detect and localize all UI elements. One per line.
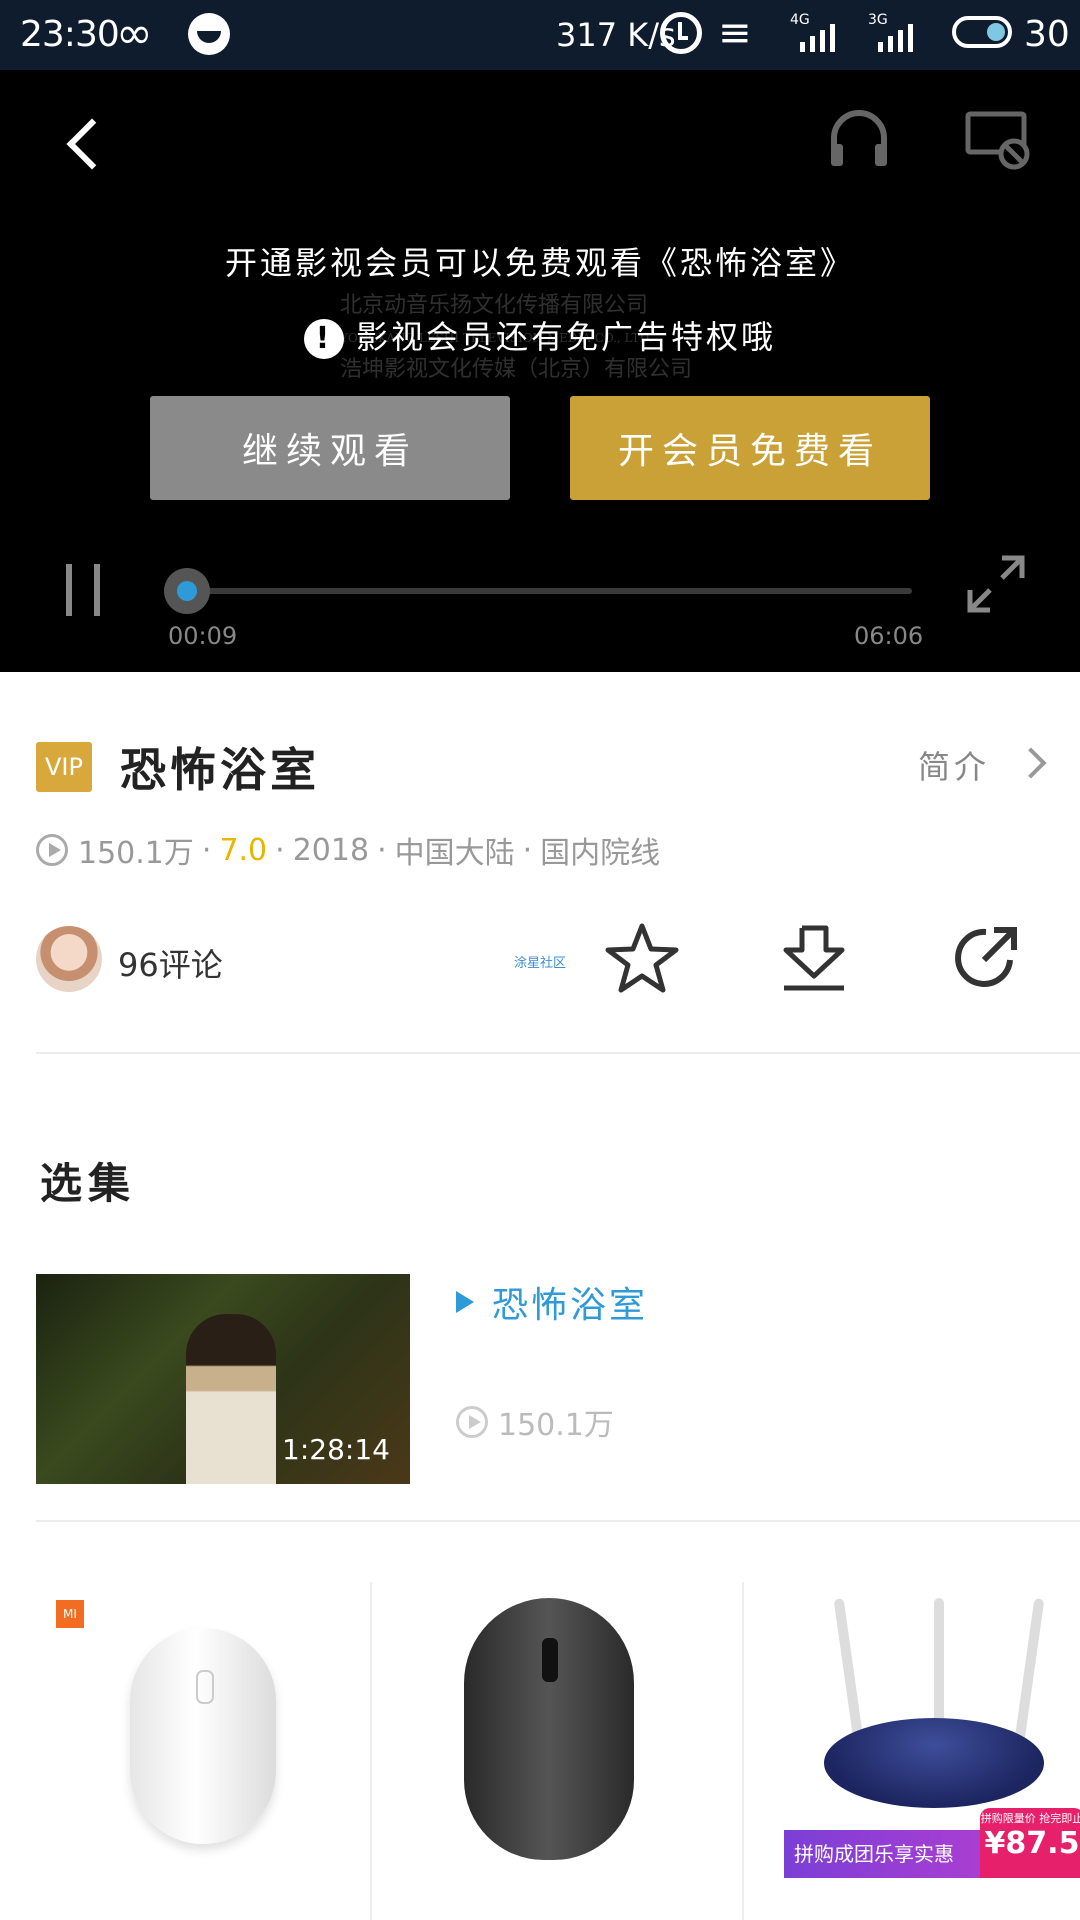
product-card-mi-mouse[interactable]: MI — [0, 1582, 372, 1920]
ad-free-prompt-text: 影视会员还有免广告特权哦 — [355, 318, 776, 356]
meta-separator: · — [275, 832, 285, 868]
product-card-router[interactable]: 拼购成团乐享实惠 拼购限量价 抢完即止 ¥87.5 — [744, 1582, 1080, 1920]
video-player[interactable]: 北京动音乐扬文化传播有限公司 YONGKANG LESHI TELEVISION… — [0, 70, 1080, 672]
white-mouse-image — [130, 1628, 276, 1844]
divider — [36, 1052, 1080, 1054]
share-icon[interactable] — [948, 920, 1024, 996]
progress-track[interactable] — [168, 588, 912, 594]
infinity-icon: ∞ — [116, 8, 153, 59]
ad-free-prompt: ! 影视会员还有免广告特权哦 — [0, 312, 1080, 359]
episode-title[interactable]: 恐怖浴室 — [456, 1276, 648, 1328]
fullscreen-icon[interactable] — [966, 554, 1026, 614]
meta-separator: · — [201, 832, 212, 868]
promo-price: ¥87.5 — [984, 1826, 1080, 1861]
category: 国内院线 — [540, 836, 661, 871]
episode-duration: 1:28:14 — [282, 1433, 390, 1466]
promo-price-note: 拼购限量价 抢完即止 — [980, 1812, 1080, 1825]
download-notification-icon: ≡ — [718, 10, 752, 56]
alarm-clock-icon — [660, 12, 702, 54]
promo-price-tag: 拼购限量价 抢完即止 ¥87.5 — [980, 1808, 1080, 1878]
play-count-icon — [36, 834, 68, 866]
progress-handle[interactable] — [163, 568, 210, 614]
episode-view-count: 150.1万 — [498, 1408, 614, 1443]
network-speed: 317 K/s — [556, 16, 676, 54]
screen-cast-icon[interactable] — [964, 106, 1030, 172]
rating-score: 7.0 — [219, 832, 268, 868]
product-card-logitech-mouse[interactable] — [372, 1582, 744, 1920]
movie-meta: 150.1万 · 7.0 · 2018 · 中国大陆 · 国内院线 — [36, 828, 660, 872]
signal-bars-icon — [878, 22, 913, 52]
total-time: 06:06 — [854, 622, 924, 650]
comments-link[interactable]: 96评论 — [118, 940, 223, 986]
community-link[interactable]: 涂星社区 — [514, 952, 566, 971]
episode-title-text: 恐怖浴室 — [492, 1285, 649, 1326]
black-mouse-image — [464, 1598, 634, 1860]
episode-thumbnail[interactable]: 1:28:14 — [36, 1274, 410, 1484]
status-time: 23:30 — [20, 14, 120, 55]
favorite-star-icon[interactable] — [604, 920, 680, 996]
divider — [36, 1520, 1080, 1522]
meta-separator: · — [522, 832, 533, 868]
current-time: 00:09 — [168, 622, 238, 650]
toggle-icon — [952, 16, 1012, 48]
status-bar: 23:30 ∞ 317 K/s ≡ 4G 3G 30 — [0, 0, 1080, 70]
download-icon[interactable] — [776, 920, 852, 996]
exclamation-icon: ! — [303, 319, 344, 359]
intro-link[interactable]: 简介 — [918, 742, 990, 788]
app-notification-icon — [188, 13, 230, 55]
view-count: 150.1万 — [78, 836, 194, 871]
thumbnail-figure — [186, 1314, 276, 1484]
vip-badge: VIP — [36, 742, 92, 792]
meta-separator: · — [377, 832, 387, 868]
headphones-icon[interactable] — [826, 106, 892, 172]
episodes-section-title: 选集 — [40, 1159, 137, 1208]
open-vip-button[interactable]: 开会员免费看 — [570, 396, 930, 500]
chevron-right-icon[interactable] — [1015, 747, 1047, 779]
playing-indicator-icon — [456, 1291, 474, 1313]
region: 中国大陆 — [394, 836, 515, 871]
mi-brand-logo: MI — [56, 1600, 84, 1628]
movie-title: 恐怖浴室 — [120, 743, 320, 797]
vip-prompt-text: 开通影视会员可以免费观看《恐怖浴室》 — [224, 244, 855, 282]
continue-watching-button[interactable]: 继续观看 — [150, 396, 510, 500]
episode-views: 150.1万 — [456, 1400, 614, 1444]
pause-icon[interactable] — [64, 564, 104, 616]
avatar[interactable] — [36, 926, 102, 992]
release-year: 2018 — [292, 832, 370, 868]
signal-bars-icon — [800, 22, 835, 52]
play-count-icon — [456, 1406, 488, 1438]
battery-level: 30 — [1024, 14, 1070, 55]
back-button[interactable] — [60, 116, 116, 172]
